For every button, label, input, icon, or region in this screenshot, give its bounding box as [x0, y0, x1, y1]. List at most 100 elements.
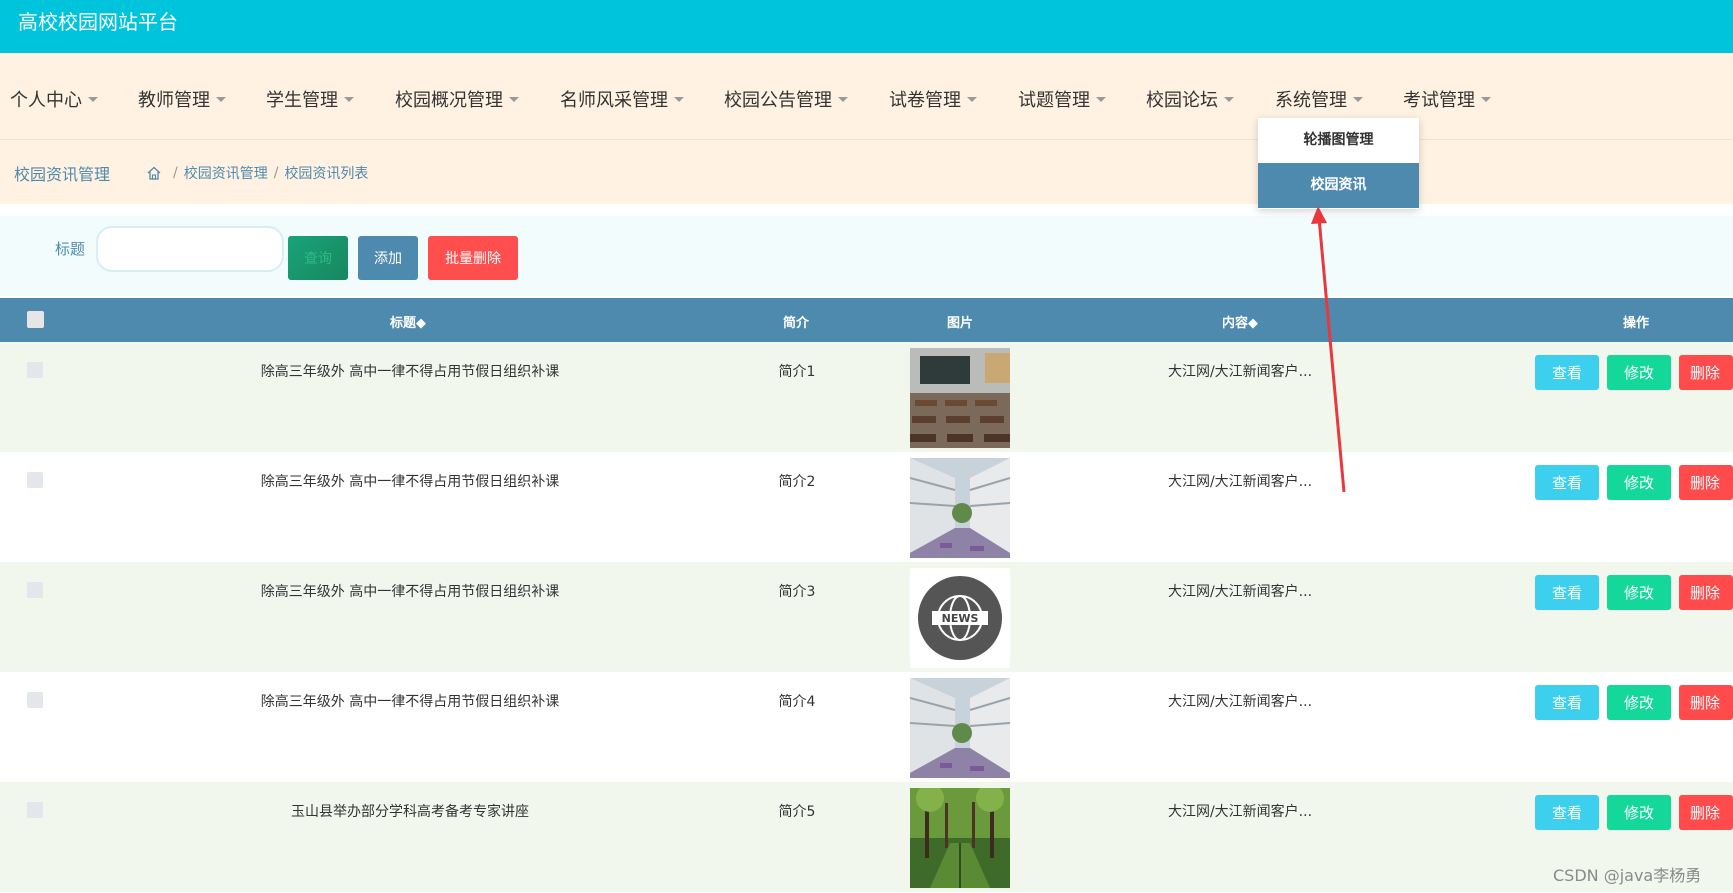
query-button[interactable]: 查询: [288, 236, 348, 280]
caret-down-icon: [674, 96, 684, 102]
search-bar: 标题 查询 添加 批量删除: [0, 216, 1733, 296]
nav-item-announcements[interactable]: 校园公告管理: [724, 86, 848, 112]
view-button[interactable]: 查看: [1535, 355, 1599, 390]
nav-label: 学生管理: [266, 90, 338, 111]
column-header-title[interactable]: 标题◆: [390, 312, 426, 331]
column-header-image: 图片: [947, 316, 974, 331]
caret-down-icon: [1353, 96, 1363, 102]
view-button[interactable]: 查看: [1535, 465, 1599, 500]
delete-button[interactable]: 删除: [1679, 465, 1733, 500]
row-checkbox[interactable]: [27, 362, 43, 378]
app-title: 高校校园网站平台: [18, 10, 178, 34]
nav-label: 校园论坛: [1146, 90, 1218, 111]
table-row: 除高三年级外 高中一律不得占用节假日组织补课 简介1 大江网/大江新闻客户...…: [0, 342, 1733, 452]
row-title: 玉山县举办部分学科高考备考专家讲座: [291, 804, 529, 820]
row-intro: 简介4: [778, 694, 816, 710]
row-content: 大江网/大江新闻客户...: [1167, 364, 1313, 380]
edit-button[interactable]: 修改: [1607, 355, 1671, 390]
row-title: 除高三年级外 高中一律不得占用节假日组织补课: [260, 364, 560, 380]
delete-button[interactable]: 删除: [1679, 795, 1733, 830]
nav-item-teacher[interactable]: 教师管理: [138, 86, 226, 112]
table-row: 除高三年级外 高中一律不得占用节假日组织补课 简介4 大江网/大江新闻客户...…: [0, 672, 1733, 782]
row-checkbox[interactable]: [27, 692, 43, 708]
caret-down-icon: [216, 96, 226, 102]
edit-button[interactable]: 修改: [1607, 465, 1671, 500]
edit-button[interactable]: 修改: [1607, 795, 1671, 830]
dropdown-item-carousel[interactable]: 轮播图管理: [1258, 118, 1419, 163]
view-button[interactable]: 查看: [1535, 575, 1599, 610]
row-image-tree-path: [910, 788, 1010, 888]
row-title: 除高三年级外 高中一律不得占用节假日组织补课: [260, 474, 560, 490]
row-checkbox[interactable]: [27, 472, 43, 488]
top-header: 高校校园网站平台: [0, 0, 1733, 53]
table-row: 除高三年级外 高中一律不得占用节假日组织补课 简介3 NEWS 大江网/大江新闻…: [0, 562, 1733, 672]
delete-button[interactable]: 删除: [1679, 575, 1733, 610]
row-intro: 简介1: [778, 364, 816, 380]
row-content: 大江网/大江新闻客户...: [1167, 474, 1313, 490]
svg-text:NEWS: NEWS: [942, 612, 979, 625]
nav-label: 校园概况管理: [395, 90, 503, 111]
nav-item-famous-teachers[interactable]: 名师风采管理: [560, 86, 684, 112]
table-row: 除高三年级外 高中一律不得占用节假日组织补课 简介2 大江网/大江新闻客户...…: [0, 452, 1733, 562]
select-all-checkbox[interactable]: [27, 311, 44, 328]
breadcrumb-separator: /: [273, 165, 279, 181]
add-button[interactable]: 添加: [358, 236, 418, 280]
caret-down-icon: [1096, 96, 1106, 102]
nav-label: 教师管理: [138, 90, 210, 111]
row-intro: 简介5: [778, 804, 816, 820]
main-nav: 个人中心 教师管理 学生管理 校园概况管理 名师风采管理 校园公告管理 试卷管理…: [0, 53, 1733, 140]
table-row: 玉山县举办部分学科高考备考专家讲座 简介5 大江网/大江新闻客户... 查看 修…: [0, 782, 1733, 892]
nav-item-campus-overview[interactable]: 校园概况管理: [395, 86, 519, 112]
row-image-classroom: [910, 348, 1010, 448]
nav-item-exam[interactable]: 考试管理: [1403, 86, 1491, 112]
nav-label: 系统管理: [1275, 90, 1347, 111]
column-header-intro: 简介: [783, 316, 810, 331]
nav-label: 校园公告管理: [724, 90, 832, 111]
row-content: 大江网/大江新闻客户...: [1167, 804, 1313, 820]
view-button[interactable]: 查看: [1535, 795, 1599, 830]
nav-item-forum[interactable]: 校园论坛: [1146, 86, 1234, 112]
row-title: 除高三年级外 高中一律不得占用节假日组织补课: [260, 584, 560, 600]
nav-label: 考试管理: [1403, 90, 1475, 111]
row-title: 除高三年级外 高中一律不得占用节假日组织补课: [260, 694, 560, 710]
row-intro: 简介3: [778, 584, 816, 600]
caret-down-icon: [344, 96, 354, 102]
view-button[interactable]: 查看: [1535, 685, 1599, 720]
breadcrumb-item[interactable]: 校园资讯管理: [184, 163, 268, 183]
column-header-actions: 操作: [1623, 316, 1650, 331]
caret-down-icon: [509, 96, 519, 102]
edit-button[interactable]: 修改: [1607, 685, 1671, 720]
delete-button[interactable]: 删除: [1679, 355, 1733, 390]
row-content: 大江网/大江新闻客户...: [1167, 694, 1313, 710]
row-image-campus-building: [910, 678, 1010, 778]
title-search-input[interactable]: [96, 226, 284, 272]
row-checkbox[interactable]: [27, 802, 43, 818]
watermark: CSDN @java李杨勇: [1553, 866, 1702, 885]
home-icon[interactable]: [147, 166, 161, 180]
edit-button[interactable]: 修改: [1607, 575, 1671, 610]
caret-down-icon: [838, 96, 848, 102]
caret-down-icon: [1481, 96, 1491, 102]
row-intro: 简介2: [778, 474, 816, 490]
nav-item-personal-center[interactable]: 个人中心: [10, 86, 98, 112]
search-label: 标题: [55, 240, 86, 258]
column-header-content[interactable]: 内容◆: [1222, 312, 1258, 331]
row-content: 大江网/大江新闻客户...: [1167, 584, 1313, 600]
batch-delete-button[interactable]: 批量删除: [428, 236, 518, 280]
nav-label: 个人中心: [10, 90, 82, 111]
delete-button[interactable]: 删除: [1679, 685, 1733, 720]
row-checkbox[interactable]: [27, 582, 43, 598]
system-dropdown-menu: 轮播图管理 校园资讯: [1258, 118, 1419, 209]
table-header: 标题◆ 简介 图片 内容◆ 操作: [0, 298, 1733, 342]
nav-item-system[interactable]: 系统管理: [1275, 86, 1363, 112]
nav-item-student[interactable]: 学生管理: [266, 86, 354, 112]
breadcrumb: / 校园资讯管理 / 校园资讯列表: [147, 163, 368, 183]
breadcrumb-separator: /: [173, 165, 178, 181]
nav-label: 试题管理: [1018, 90, 1090, 111]
dropdown-item-campus-news[interactable]: 校园资讯: [1258, 163, 1419, 208]
breadcrumb-item: 校园资讯列表: [284, 166, 369, 182]
nav-item-questions[interactable]: 试题管理: [1018, 86, 1106, 112]
nav-item-papers[interactable]: 试卷管理: [889, 86, 977, 112]
nav-label: 试卷管理: [889, 90, 961, 111]
row-image-campus-building: [910, 458, 1010, 558]
